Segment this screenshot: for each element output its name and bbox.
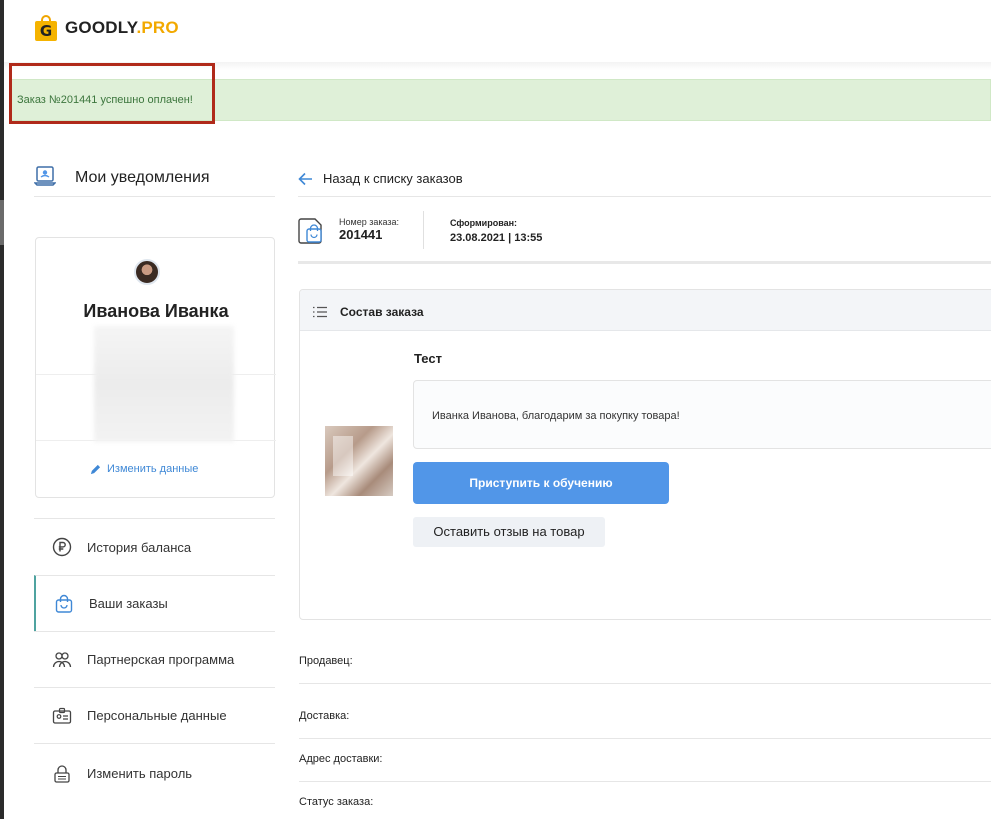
start-learning-button[interactable]: Приступить к обучению	[413, 462, 669, 504]
message-text: Иванка Иванова, благодарим за покупку то…	[432, 410, 680, 422]
divider	[298, 261, 991, 264]
profile-name: Иванова Иванка	[83, 301, 229, 321]
order-number: 201441	[339, 227, 383, 242]
edit-profile-link[interactable]: Изменить данные	[90, 463, 198, 475]
divider	[298, 196, 991, 197]
menu-item-balance-history[interactable]: История баланса	[34, 518, 275, 575]
logo-text: GOODLY.PRO	[65, 18, 179, 37]
info-row-status: Статус заказа:	[299, 782, 991, 819]
notifications-label: Мои уведомления	[75, 169, 210, 186]
pencil-icon	[90, 464, 101, 474]
menu-item-label: Персональные данные	[87, 708, 227, 723]
ruble-icon	[52, 537, 72, 557]
info-label: Адрес доставки:	[299, 753, 383, 765]
menu-item-partner-program[interactable]: Партнерская программа	[34, 631, 275, 687]
product-message: Иванка Иванова, благодарим за покупку то…	[413, 380, 991, 449]
lock-icon	[54, 764, 70, 783]
order-contents-panel: Состав заказа Тест Иванка Иванова, благо…	[299, 289, 991, 620]
leave-review-button[interactable]: Оставить отзыв на товар	[413, 517, 605, 547]
back-label: Назад к списку заказов	[323, 171, 463, 186]
order-number-label: Номер заказа:	[339, 217, 400, 227]
info-label: Статус заказа:	[299, 796, 374, 808]
meta-separator	[423, 211, 424, 249]
menu-item-label: Ваши заказы	[89, 596, 168, 611]
info-row-delivery: Доставка:	[299, 696, 991, 739]
created-date: 23.08.2021 | 13:55	[450, 232, 543, 244]
partners-icon	[52, 651, 72, 667]
list-icon	[313, 306, 327, 318]
id-card-icon	[52, 707, 72, 724]
account-menu: История баланса Ваши заказы Партнерская …	[34, 518, 275, 803]
arrow-left-icon	[298, 172, 312, 185]
info-label: Продавец:	[299, 655, 353, 667]
panel-header: Состав заказа	[300, 290, 991, 331]
menu-item-label: Изменить пароль	[87, 766, 193, 781]
product-title[interactable]: Тест	[414, 351, 442, 366]
logo[interactable]: G GOODLY.PRO	[35, 15, 179, 41]
order-meta: Номер заказа: 201441 Сформирован: 23.08.…	[298, 211, 991, 263]
notification-icon	[34, 166, 56, 186]
menu-item-personal-data[interactable]: Персональные данные	[34, 687, 275, 743]
logo-bag-icon: G	[35, 15, 57, 41]
profile-card: Иванова Иванка Изменить данные	[35, 237, 276, 498]
back-to-orders-link[interactable]: Назад к списку заказов	[298, 171, 463, 186]
info-row-seller: Продавец:	[299, 641, 991, 684]
window-edge	[0, 0, 4, 819]
product-image[interactable]	[325, 426, 393, 496]
info-row-address: Адрес доставки:	[299, 739, 991, 782]
shopping-bag-icon	[55, 594, 73, 613]
site-header: G GOODLY.PRO	[4, 0, 991, 62]
notifications-link[interactable]: Мои уведомления	[34, 165, 275, 197]
highlight-annotation	[9, 63, 215, 124]
panel-title: Состав заказа	[340, 305, 424, 319]
menu-item-change-password[interactable]: Изменить пароль	[34, 743, 275, 803]
edit-profile-label: Изменить данные	[107, 463, 199, 475]
created-label: Сформирован:	[450, 218, 518, 228]
order-bag-icon	[298, 218, 322, 244]
avatar	[134, 259, 160, 285]
menu-item-label: Партнерская программа	[87, 652, 235, 667]
menu-item-label: История баланса	[87, 539, 192, 555]
blurred-contact-info	[94, 326, 234, 442]
info-label: Доставка:	[299, 710, 350, 722]
menu-item-orders[interactable]: Ваши заказы	[34, 575, 275, 631]
